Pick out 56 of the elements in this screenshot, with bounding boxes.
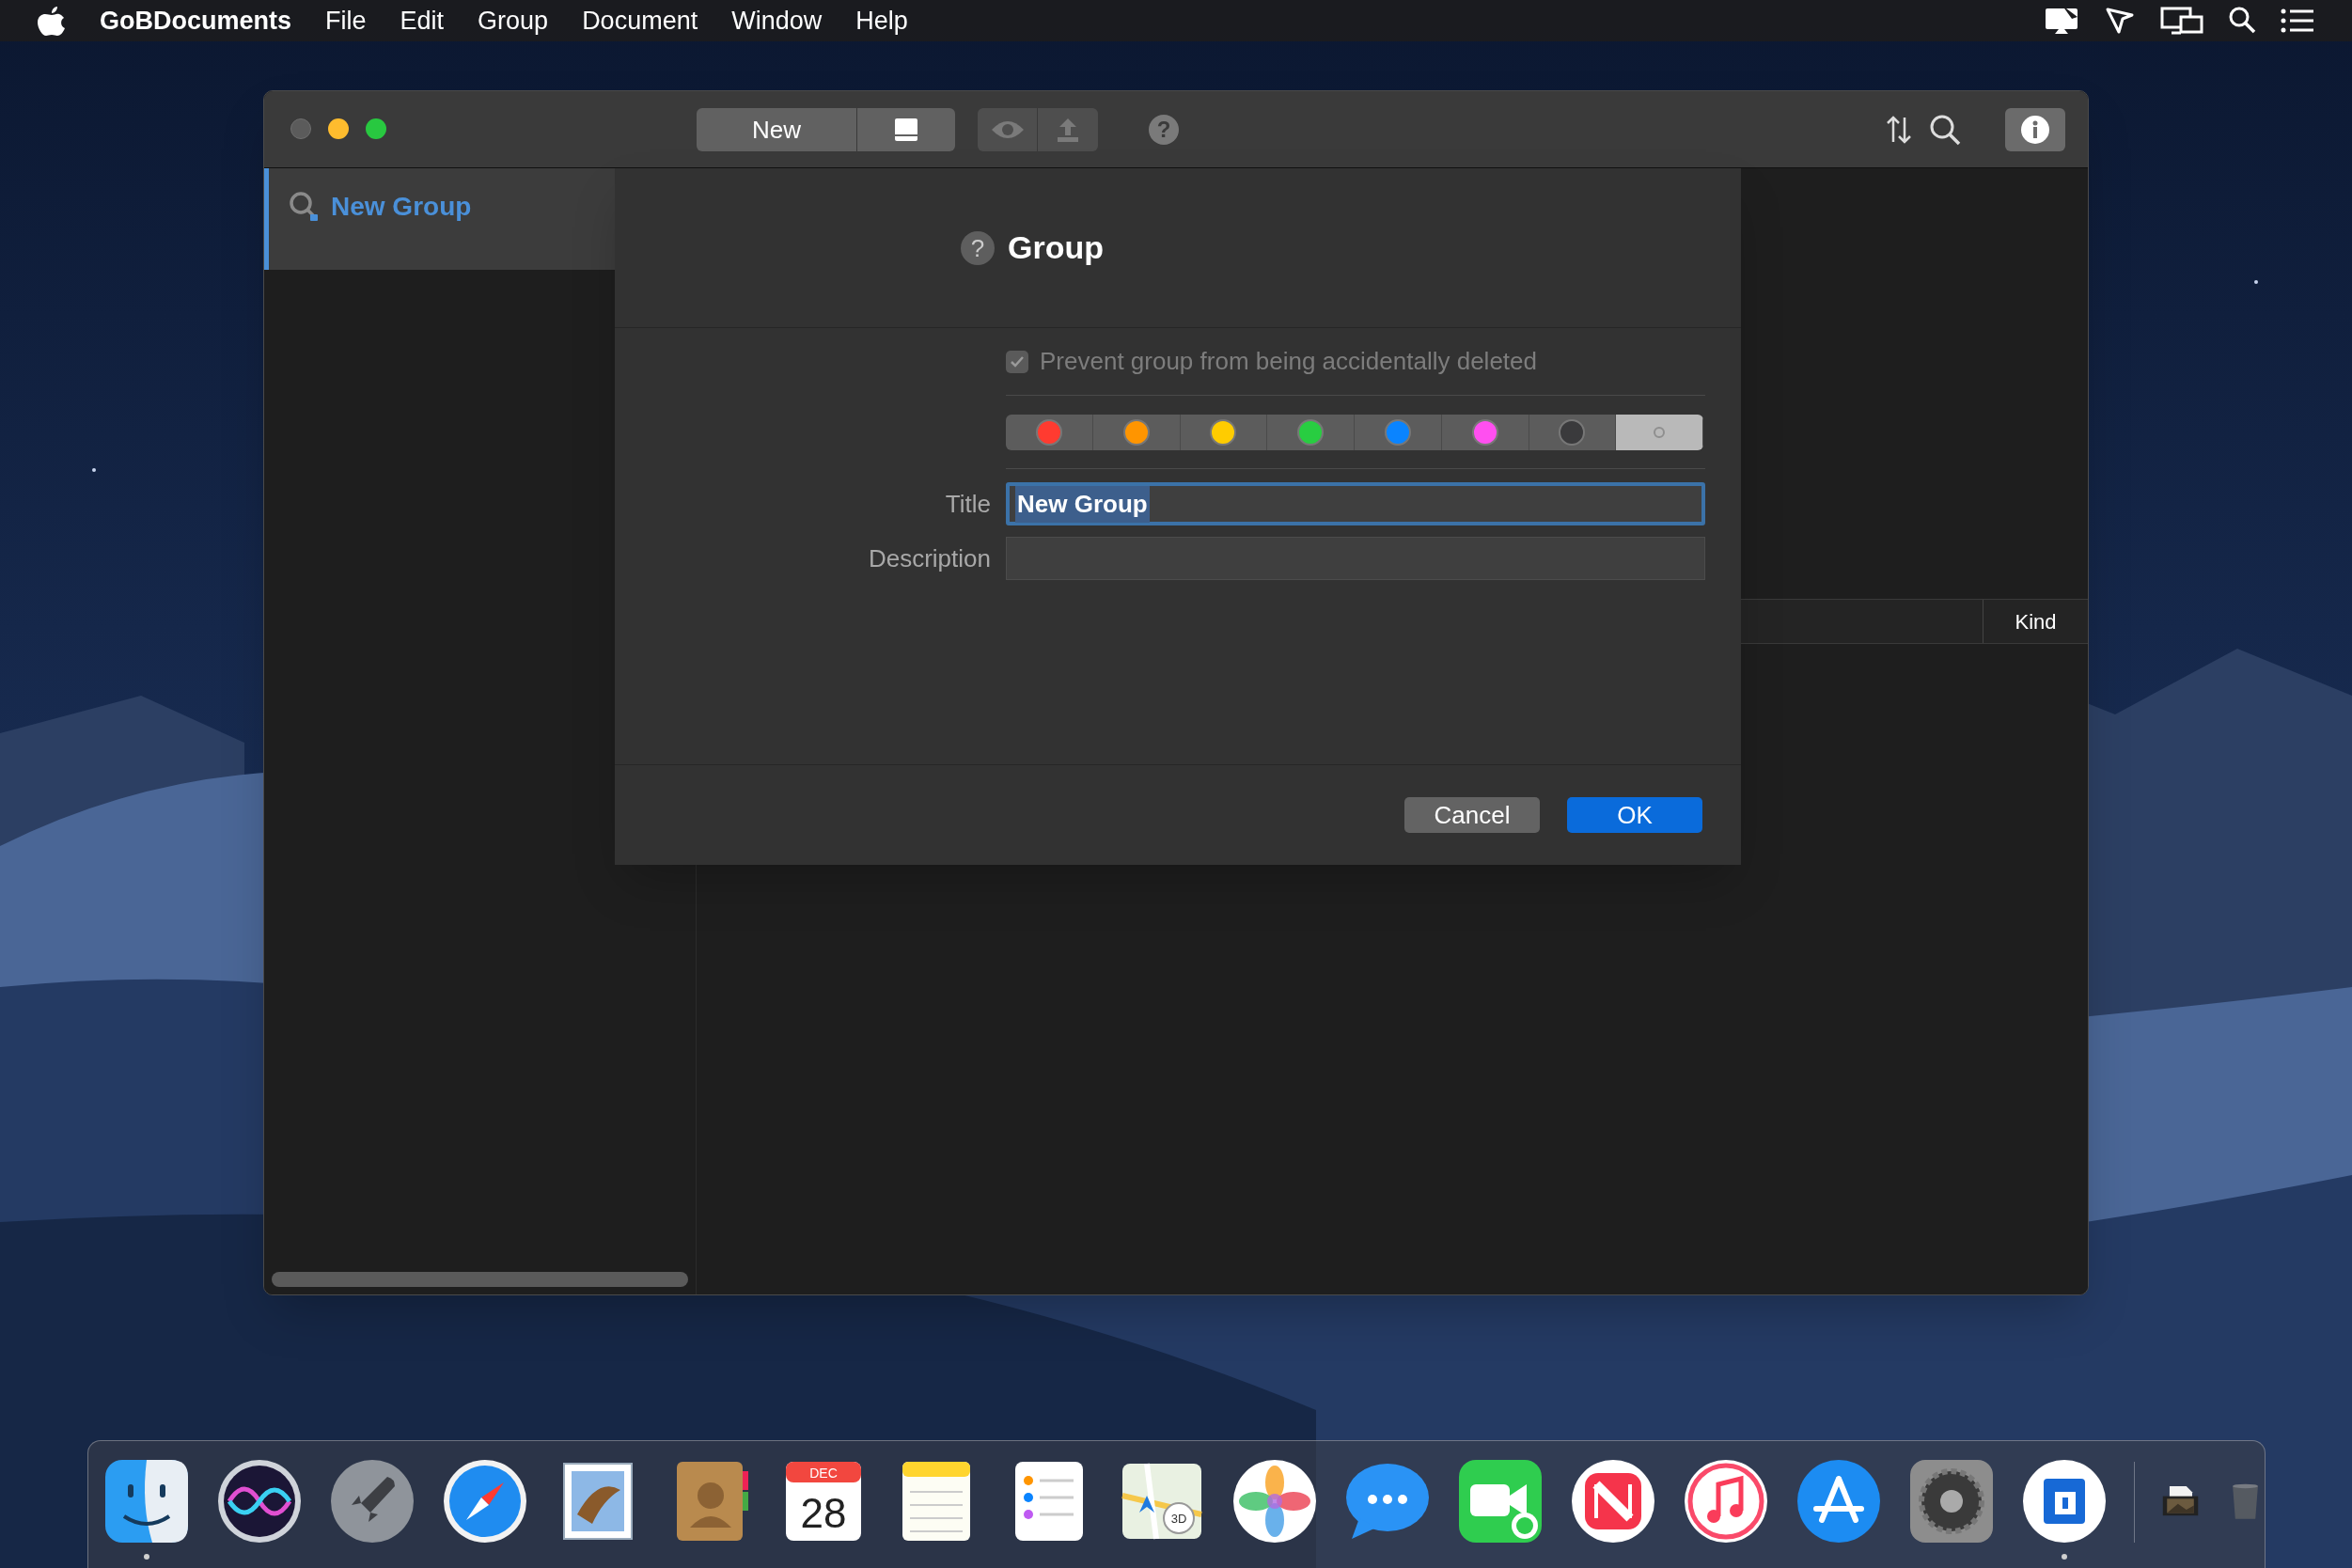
field-label: Description: [867, 542, 991, 574]
column-header[interactable]: Kind: [1983, 600, 2088, 643]
music-note-icon[interactable]: [1683, 1458, 1769, 1544]
menu-item[interactable]: Help: [855, 1, 908, 40]
help-button[interactable]: ?: [961, 230, 995, 265]
cursor-icon[interactable]: [2104, 6, 2136, 36]
menu-item[interactable]: Edit: [400, 1, 445, 40]
no-color-icon: [1654, 426, 1666, 438]
color-swatch[interactable]: [1006, 414, 1093, 450]
checkbox-label: Prevent group from being accidentally deleted: [1040, 346, 1537, 377]
monitor-icon[interactable]: [2044, 6, 2079, 36]
color-swatch[interactable]: [1180, 414, 1268, 450]
search-icon[interactable]: [1929, 114, 1961, 146]
field-label: Title: [944, 488, 991, 520]
panel-icon: [894, 118, 918, 142]
ok-button[interactable]: OK: [1567, 797, 1702, 833]
color-swatch[interactable]: [1529, 414, 1617, 450]
color-swatch[interactable]: [1616, 414, 1703, 450]
menu-item[interactable]: Document: [582, 1, 698, 40]
cancel-button[interactable]: Cancel: [1404, 797, 1540, 833]
info-icon: [2020, 115, 2050, 145]
rocket-icon[interactable]: [329, 1458, 416, 1544]
dialog-title: Group: [1008, 228, 1104, 267]
gear-icon[interactable]: [1908, 1458, 1995, 1544]
upload-icon: [1056, 117, 1080, 143]
list-icon[interactable]: [2281, 8, 2314, 34]
color-swatch[interactable]: [1092, 414, 1181, 450]
new-button[interactable]: New: [697, 108, 857, 151]
search-icon[interactable]: [2228, 6, 2256, 36]
text-field[interactable]: New Group: [1006, 482, 1705, 525]
menu-item[interactable]: File: [325, 1, 367, 40]
sidebar-toggle-button[interactable]: [857, 108, 955, 151]
menu-item[interactable]: Group: [478, 1, 549, 40]
displays-icon[interactable]: [2160, 6, 2203, 36]
minimize-button[interactable]: [328, 118, 349, 139]
video-camera-icon[interactable]: [1457, 1458, 1544, 1544]
info-button[interactable]: [2005, 108, 2065, 151]
menu-item[interactable]: Window: [731, 1, 823, 40]
color-swatch[interactable]: [1441, 414, 1529, 450]
apple-icon[interactable]: [38, 5, 66, 37]
text-field[interactable]: [1006, 537, 1705, 580]
preview-button[interactable]: [978, 108, 1038, 151]
smiling-face-icon[interactable]: [103, 1458, 190, 1544]
news-icon[interactable]: [1570, 1458, 1656, 1544]
compass-icon[interactable]: [442, 1458, 528, 1544]
sort-icon[interactable]: [1886, 114, 1914, 146]
zoom-button[interactable]: [366, 118, 386, 139]
orb-icon[interactable]: [216, 1458, 303, 1544]
app-store-icon[interactable]: [1795, 1458, 1882, 1544]
color-swatch[interactable]: [1355, 414, 1442, 450]
flower-icon[interactable]: [1231, 1458, 1318, 1544]
scrollbar[interactable]: [272, 1272, 688, 1287]
color-swatch[interactable]: [1267, 414, 1355, 450]
folder-icon[interactable]: [2021, 1458, 2108, 1544]
magnifier-icon: [288, 190, 320, 222]
app-menu[interactable]: GoBDocuments: [100, 1, 292, 40]
